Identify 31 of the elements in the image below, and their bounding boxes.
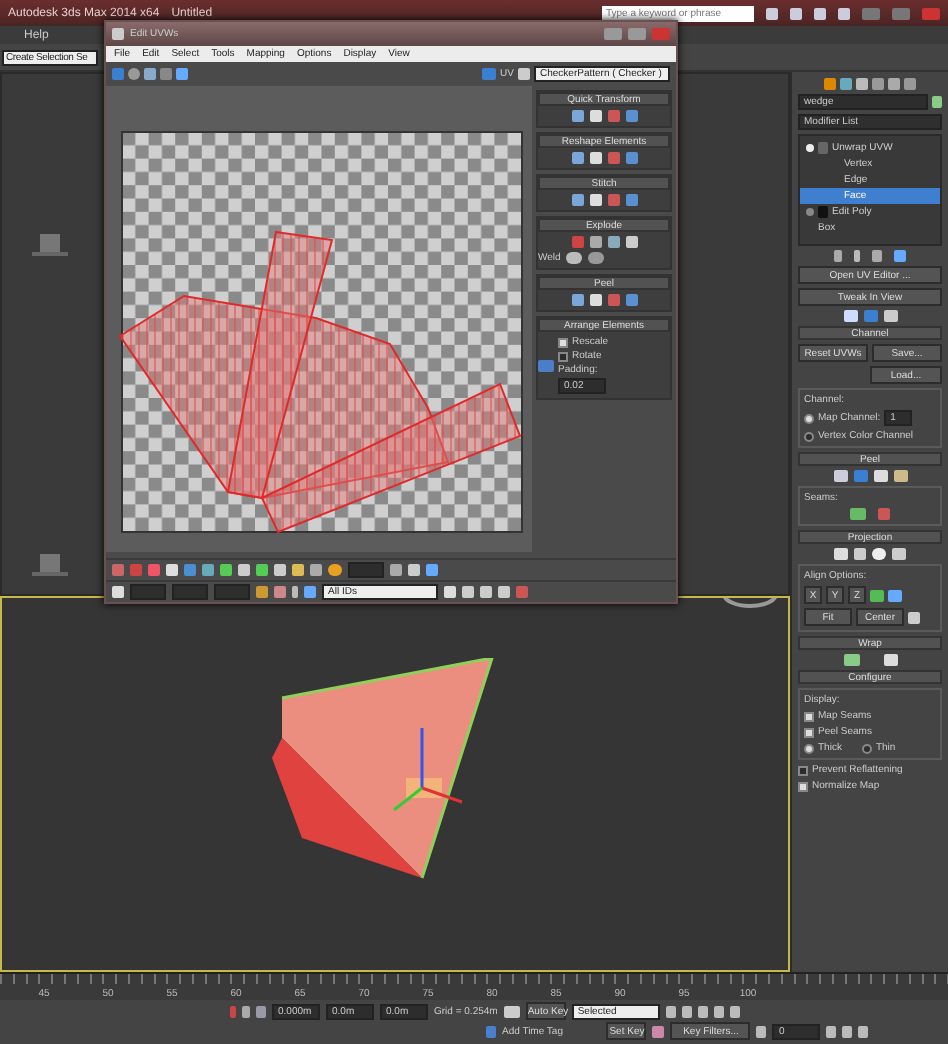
checkbox[interactable] (558, 337, 568, 347)
radio-button[interactable] (804, 743, 814, 753)
modifier-icon (818, 206, 828, 218)
checkbox[interactable] (798, 765, 808, 775)
uv-canvas-drawing[interactable] (106, 86, 532, 552)
checkbox[interactable] (804, 711, 814, 721)
expand-toggle[interactable] (806, 208, 814, 216)
expand-toggle[interactable] (806, 144, 814, 152)
checkbox[interactable] (798, 781, 808, 791)
uv-editor-window[interactable] (104, 20, 678, 604)
radio-button[interactable] (804, 413, 814, 423)
minimize-button[interactable] (862, 7, 880, 19)
checkbox[interactable] (804, 727, 814, 737)
w-field[interactable] (214, 584, 250, 600)
radio-button[interactable] (804, 431, 814, 441)
plane-icon (32, 554, 68, 578)
maximize-button[interactable] (892, 7, 910, 19)
tool-icon[interactable] (756, 1025, 767, 1037)
v-field[interactable] (172, 584, 208, 600)
radio-button[interactable] (861, 743, 872, 753)
close-button[interactable] (922, 7, 940, 19)
plane-icon (32, 234, 68, 258)
value-field[interactable] (348, 562, 384, 578)
window-icon (112, 28, 124, 40)
checkbox[interactable] (558, 351, 568, 361)
tool-icon[interactable] (843, 654, 859, 666)
tool-icon[interactable] (883, 654, 897, 666)
u-field[interactable] (130, 584, 166, 600)
viewport[interactable] (0, 596, 790, 972)
modifier-icon (818, 142, 828, 154)
color-swatch[interactable] (932, 96, 942, 108)
